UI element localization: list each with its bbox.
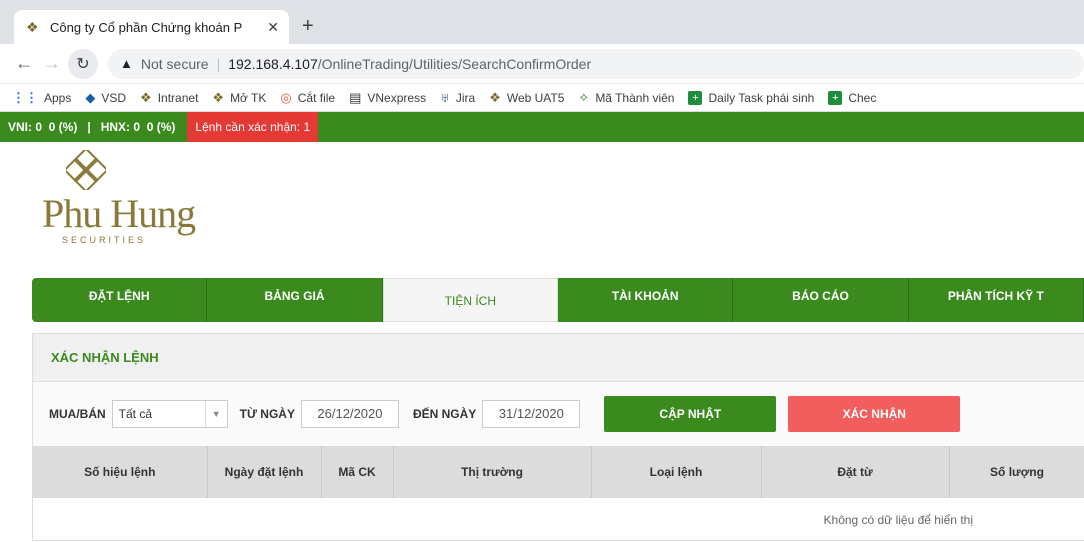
bookmark-web-uat5[interactable]: ❖ Web UAT5	[489, 90, 564, 106]
address-divider: |	[216, 55, 221, 72]
bookmark-label: Mã Thành viên	[595, 90, 675, 105]
phu-hung-icon: ❖	[140, 89, 152, 105]
bookmark-label: Apps	[44, 90, 72, 105]
bookmarks-bar: ⋮⋮ Apps ◆ VSD ❖ Intranet ❖ Mở TK ◎ Cắt file ▤…	[0, 84, 1084, 112]
filter-bar: MUA/BÁN Tất cả ▼ TỪ NGÀY 26/12/2020 ĐẾN …	[33, 382, 1084, 446]
bookmark-apps[interactable]: ⋮⋮ Apps	[12, 90, 71, 106]
address-path: /OnlineTrading/Utilities/SearchConfirmOr…	[317, 55, 592, 72]
to-date-input[interactable]: 31/12/2020	[482, 400, 581, 428]
logo-wordmark: Phu Hung	[42, 191, 196, 236]
new-tab-button[interactable]: +	[302, 16, 314, 36]
col-quantity[interactable]: Số lượng	[949, 446, 1084, 498]
nav-tai-khoan[interactable]: TÀI KHOẢN	[558, 278, 734, 322]
jira-icon: ♅	[440, 90, 450, 105]
nav-tien-ich[interactable]: TIỆN ÍCH	[382, 278, 558, 322]
bookmark-jira[interactable]: ♅ Jira	[440, 90, 475, 105]
col-placed-from[interactable]: Đặt từ	[761, 446, 950, 498]
empty-row: Không có dữ liệu để hiển thị	[33, 498, 1084, 542]
empty-message: Không có dữ liệu để hiển thị	[823, 513, 973, 527]
col-order-number[interactable]: Số hiệu lệnh	[33, 446, 208, 498]
vsd-icon: ◆	[85, 89, 96, 105]
phu-hung-knot-icon	[66, 150, 106, 190]
news-icon: ▤	[349, 89, 362, 105]
bookmark-vsd[interactable]: ◆ VSD	[85, 90, 126, 106]
confirm-order-panel: XÁC NHẬN LỆNH MUA/BÁN Tất cả ▼ TỪ NGÀY 2…	[32, 333, 1084, 541]
bookmark-label: Mở TK	[230, 90, 267, 105]
bookmark-label: Jira	[455, 90, 476, 105]
bookmark-mo-tk[interactable]: ❖ Mở TK	[212, 90, 266, 106]
side-select-value: Tất cả	[118, 407, 153, 421]
site-logo[interactable]: Phu Hung SECURITIES	[0, 142, 1084, 258]
orders-table: Số hiệu lệnh Ngày đặt lệnh Mã CK Thị trư…	[33, 446, 1084, 542]
bookmark-label: Chec	[848, 90, 877, 105]
bookmark-label: Intranet	[157, 90, 199, 105]
bookmark-ma-thanh-vien[interactable]: ✧ Mã Thành viên	[578, 90, 674, 106]
nav-bang-gia[interactable]: BẢNG GIÁ	[207, 278, 383, 322]
col-order-type[interactable]: Loại lệnh	[591, 446, 762, 498]
address-host: 192.168.4.107	[228, 55, 318, 72]
address-bar[interactable]: ▲ Not secure | 192.168.4.107 /OnlineTrad…	[108, 48, 1084, 79]
browser-tab[interactable]: ❖ Công ty Cổ phần Chứng khoán P ✕	[14, 10, 289, 44]
chevron-down-icon[interactable]: ▼	[204, 401, 227, 427]
sheet-icon: +	[828, 90, 843, 105]
bookmark-cat-file[interactable]: ◎ Cắt file	[280, 90, 335, 106]
security-status[interactable]: Not secure	[141, 56, 209, 72]
reload-icon[interactable]: ↻	[68, 48, 98, 79]
confirm-button[interactable]: XÁC NHẬN	[788, 396, 961, 432]
from-date-input[interactable]: 26/12/2020	[300, 400, 399, 428]
update-button[interactable]: CẬP NHẬT	[604, 396, 777, 432]
swirl-icon: ◎	[280, 89, 292, 105]
phu-hung-icon: ❖	[212, 89, 225, 105]
main-navigation: ĐẶT LỆNH BẢNG GIÁ TIỆN ÍCH TÀI KHOẢN BÁO…	[32, 278, 1084, 322]
to-date-label: ĐẾN NGÀY	[412, 407, 477, 421]
browser-toolbar: ← → ↻ ▲ Not secure | 192.168.4.107 /Onli…	[0, 44, 1084, 84]
apps-grid-icon: ⋮⋮	[12, 89, 38, 105]
diamond-icon: ✧	[578, 89, 590, 105]
nav-bao-cao[interactable]: BÁO CÁO	[733, 278, 909, 322]
phu-hung-icon: ❖	[489, 89, 501, 105]
nav-dat-lenh[interactable]: ĐẶT LỆNH	[32, 278, 208, 322]
from-date-label: TỪ NGÀY	[239, 407, 295, 421]
panel-title: XÁC NHẬN LỆNH	[33, 334, 1084, 382]
warning-icon[interactable]: ▲	[120, 56, 133, 71]
sheet-icon: +	[688, 90, 703, 105]
bookmark-label: Web UAT5	[506, 90, 565, 105]
col-market[interactable]: Thị trường	[393, 446, 592, 498]
bookmark-vnexpress[interactable]: ▤ VNexpress	[349, 90, 426, 106]
bookmark-chec[interactable]: + Chec	[828, 90, 877, 105]
side-label: MUA/BÁN	[49, 407, 106, 421]
table-header-row: Số hiệu lệnh Ngày đặt lệnh Mã CK Thị trư…	[33, 446, 1084, 498]
market-ticker-bar: VNI: 0 0 (%) | HNX: 0 0 (%) Lệnh cần xác…	[0, 112, 1084, 142]
col-order-date[interactable]: Ngày đặt lệnh	[207, 446, 322, 498]
forward-arrow-icon[interactable]: →	[38, 53, 66, 74]
pending-orders-alert[interactable]: Lệnh cần xác nhận: 1	[187, 112, 319, 142]
side-select[interactable]: Tất cả ▼	[111, 400, 228, 428]
col-symbol[interactable]: Mã CK	[321, 446, 394, 498]
logo-subtitle: SECURITIES	[62, 235, 147, 245]
bookmark-label: Cắt file	[297, 90, 336, 105]
phu-hung-favicon-icon: ❖	[26, 19, 39, 35]
bookmark-label: VNexpress	[367, 90, 427, 105]
market-indices: VNI: 0 0 (%) | HNX: 0 0 (%)	[8, 120, 176, 134]
bookmark-daily-task[interactable]: + Daily Task phái sinh	[688, 90, 815, 105]
bookmark-intranet[interactable]: ❖ Intranet	[140, 90, 198, 106]
bookmark-label: VSD	[101, 90, 127, 105]
browser-tab-strip: ❖ Công ty Cổ phần Chứng khoán P ✕ +	[0, 0, 1084, 44]
close-tab-icon[interactable]: ✕	[267, 19, 279, 36]
nav-phan-tich[interactable]: PHÂN TÍCH KỸ T	[909, 278, 1084, 322]
bookmark-label: Daily Task phái sinh	[708, 90, 815, 105]
back-arrow-icon[interactable]: ←	[10, 53, 38, 74]
tab-title: Công ty Cổ phần Chứng khoán P	[50, 19, 243, 35]
